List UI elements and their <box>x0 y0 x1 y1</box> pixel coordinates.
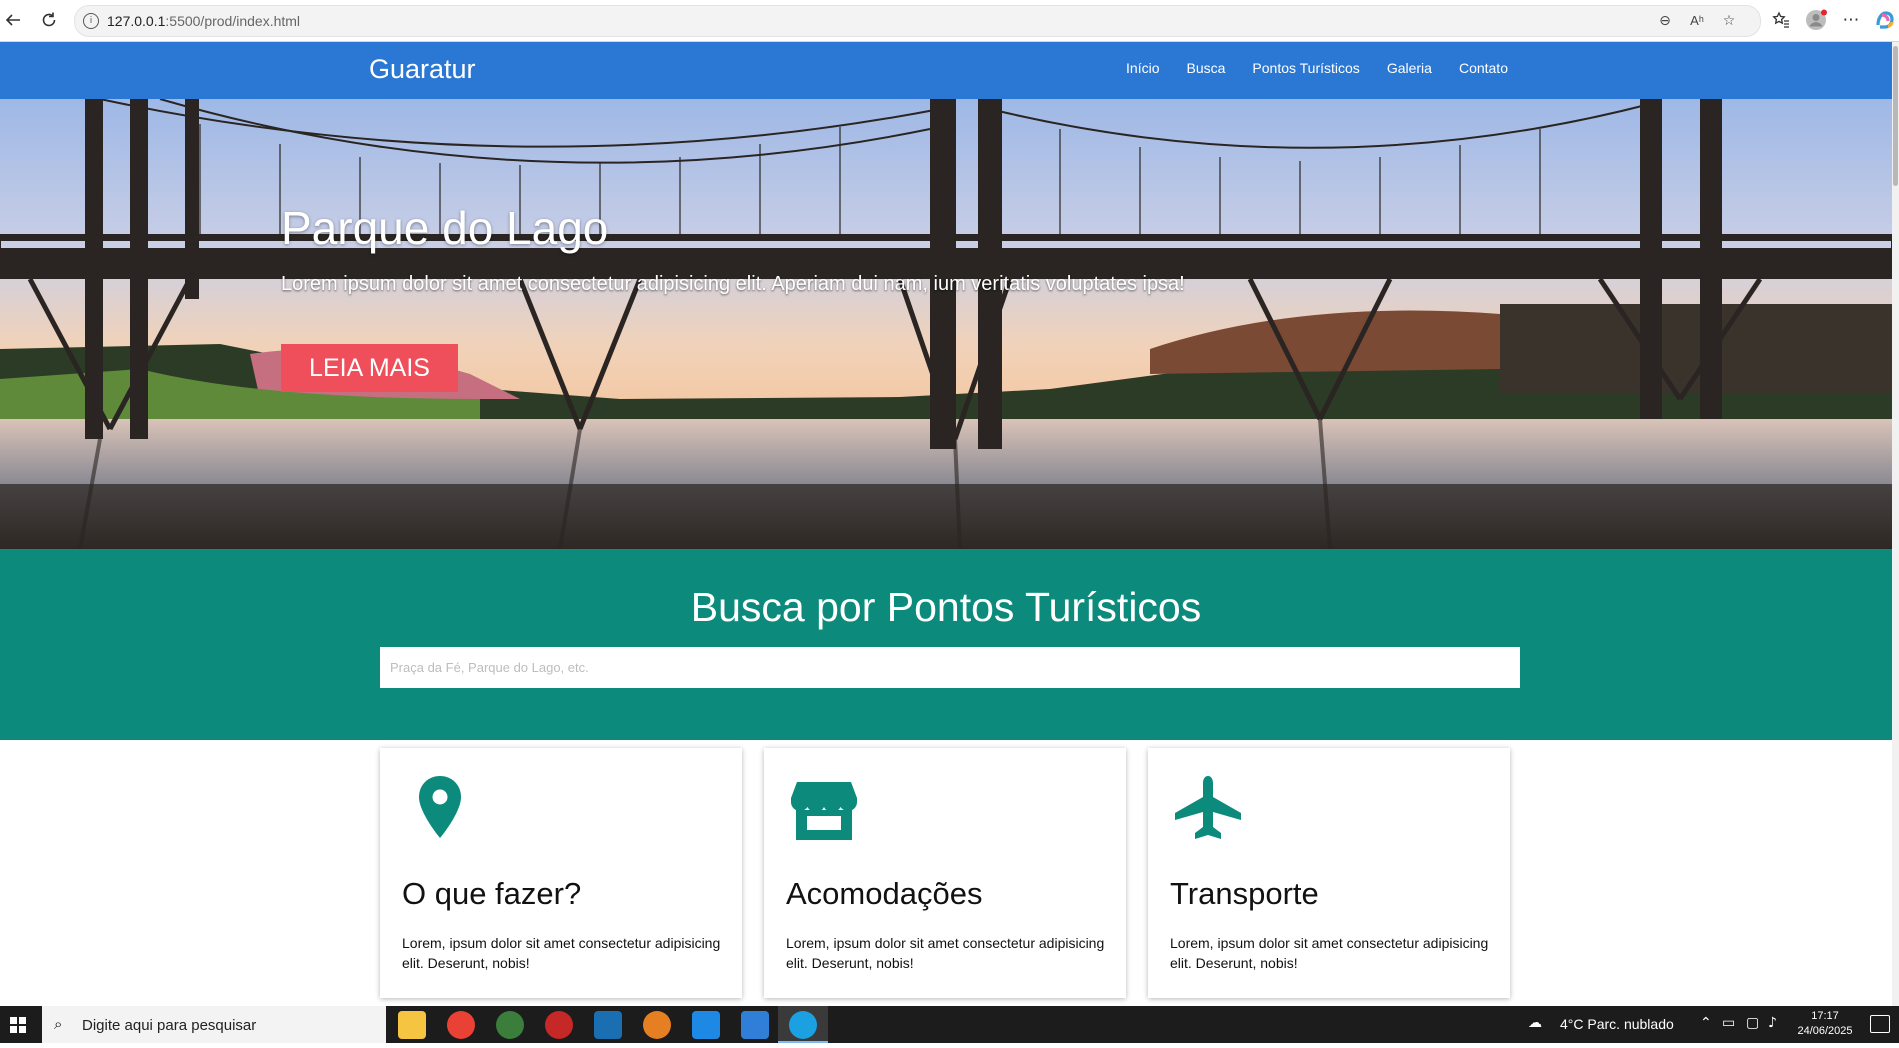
page-viewport: Guaratur Início Busca Pontos Turísticos … <box>0 42 1899 1006</box>
zoom-icon[interactable]: ⊖ <box>1655 11 1675 31</box>
chrome-icon[interactable] <box>447 1011 475 1039</box>
site-info-icon[interactable]: i <box>83 13 99 29</box>
xbox-icon[interactable] <box>496 1011 524 1039</box>
taskbar-search-box[interactable]: ⌕ Digite aqui para pesquisar <box>42 1006 386 1043</box>
chevron-up-icon[interactable]: ⌃ <box>1700 1015 1712 1031</box>
hero-photo-bridge-lake <box>0 99 1892 549</box>
notifications-icon[interactable] <box>1870 1015 1890 1033</box>
site-brand[interactable]: Guaratur <box>369 54 476 85</box>
card-text: Lorem, ipsum dolor sit amet consectetur … <box>1170 935 1489 971</box>
nav-link-pontos-turisticos[interactable]: Pontos Turísticos <box>1252 60 1359 76</box>
browser-toolbar: i 127.0.0.1:5500/prod/index.html ⊖ Aʰ ☆ … <box>0 0 1899 42</box>
card-o-que-fazer[interactable]: O que fazer? Lorem, ipsum dolor sit amet… <box>380 748 742 998</box>
address-bar[interactable]: i 127.0.0.1:5500/prod/index.html ⊖ Aʰ ☆ <box>74 5 1761 37</box>
clock-date: 24/06/2025 <box>1797 1025 1853 1037</box>
card-title: O que fazer? <box>402 876 582 911</box>
edge-icon[interactable] <box>789 1011 817 1039</box>
copilot-icon[interactable] <box>1874 9 1896 31</box>
read-more-button[interactable]: LEIA MAIS <box>281 344 458 392</box>
airplane-icon <box>1170 772 1246 848</box>
search-section: Busca por Pontos Turísticos <box>0 549 1892 740</box>
weather-text[interactable]: 4°C Parc. nublado <box>1560 1016 1674 1032</box>
volume-icon[interactable]: ♪ <box>1768 1015 1777 1031</box>
hero-description: Lorem ipsum dolor sit amet consectetur a… <box>281 273 1185 295</box>
favorite-star-icon[interactable]: ☆ <box>1719 11 1739 31</box>
site-navbar: Guaratur Início Busca Pontos Turísticos … <box>0 42 1892 99</box>
chrome-profile-icon[interactable] <box>643 1011 671 1039</box>
nav-link-contato[interactable]: Contato <box>1459 60 1508 76</box>
search-title: Busca por Pontos Turísticos <box>690 584 1202 630</box>
reload-icon[interactable] <box>38 9 60 31</box>
search-input[interactable] <box>380 647 1520 688</box>
nav-link-galeria[interactable]: Galeria <box>1387 60 1432 76</box>
photos-icon[interactable] <box>741 1011 769 1039</box>
back-arrow-icon[interactable] <box>2 9 24 31</box>
app-icon-red[interactable] <box>545 1011 573 1039</box>
windows-start-icon[interactable] <box>0 1006 40 1043</box>
weather-cloud-icon[interactable]: ☁ <box>1528 1015 1542 1031</box>
clock-time: 17:17 <box>1811 1010 1839 1022</box>
card-title: Acomodações <box>786 876 983 911</box>
hero-banner: Parque do Lago Lorem ipsum dolor sit ame… <box>0 99 1892 549</box>
nav-link-busca[interactable]: Busca <box>1187 60 1226 76</box>
windows-taskbar: ⌕ Digite aqui para pesquisar ☁ 4°C Parc.… <box>0 1006 1899 1043</box>
scrollbar-thumb[interactable] <box>1893 46 1898 186</box>
map-marker-icon <box>402 772 478 848</box>
card-title: Transporte <box>1170 876 1319 911</box>
address-url[interactable]: 127.0.0.1:5500/prod/index.html <box>107 13 300 29</box>
page-scrollbar[interactable] <box>1892 42 1899 1006</box>
card-transporte[interactable]: Transporte Lorem, ipsum dolor sit amet c… <box>1148 748 1510 998</box>
nav-link-inicio[interactable]: Início <box>1126 60 1159 76</box>
read-aloud-icon[interactable]: Aʰ <box>1687 11 1707 31</box>
hero-title: Parque do Lago <box>281 202 609 254</box>
store-icon <box>786 772 862 848</box>
nav-links: Início Busca Pontos Turísticos Galeria C… <box>1126 60 1508 76</box>
search-icon: ⌕ <box>54 1015 63 1033</box>
favorites-icon[interactable] <box>1770 9 1792 31</box>
card-text: Lorem, ipsum dolor sit amet consectetur … <box>402 935 721 971</box>
profile-avatar-icon[interactable] <box>1805 9 1827 31</box>
card-text: Lorem, ipsum dolor sit amet consectetur … <box>786 935 1105 971</box>
visualg-icon[interactable] <box>594 1011 622 1039</box>
file-explorer-icon[interactable] <box>398 1011 426 1039</box>
meet-icon[interactable]: ▢ <box>1746 1015 1759 1031</box>
more-options-icon[interactable]: ⋯ <box>1840 9 1862 31</box>
taskbar-clock[interactable]: 17:17 24/06/2025 <box>1790 1009 1860 1039</box>
card-acomodacoes[interactable]: Acomodações Lorem, ipsum dolor sit amet … <box>764 748 1126 998</box>
taskbar-search-placeholder: Digite aqui para pesquisar <box>82 1017 257 1034</box>
network-icon[interactable]: ▭ <box>1722 1015 1735 1031</box>
taskbar-active-app[interactable] <box>778 1006 828 1043</box>
vscode-icon[interactable] <box>692 1011 720 1039</box>
